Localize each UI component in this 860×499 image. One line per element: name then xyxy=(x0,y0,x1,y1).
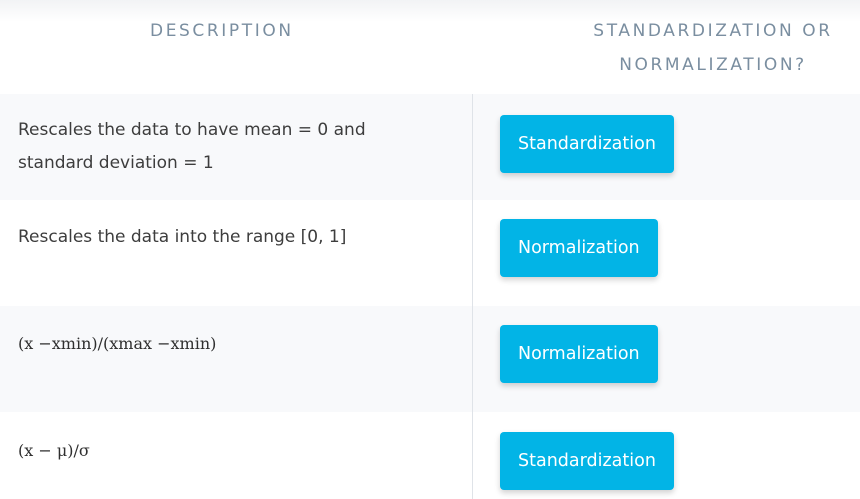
standardization-button[interactable]: Standardization xyxy=(500,432,674,490)
column-divider xyxy=(472,94,473,499)
column-header-description-label: DESCRIPTION xyxy=(150,21,294,41)
table-row xyxy=(0,306,860,412)
row-1-description: Rescales the data to have mean = 0 and s… xyxy=(18,120,366,173)
column-header-method: STANDARDIZATION OR NORMALIZATION? xyxy=(576,14,850,82)
column-header-method-line1: STANDARDIZATION OR xyxy=(593,21,833,41)
column-header-description: DESCRIPTION xyxy=(150,14,294,48)
row-2-description: Rescales the data into the range [0, 1] xyxy=(18,227,347,247)
standardization-button[interactable]: Standardization xyxy=(500,115,674,173)
row-3-formula: (x −xmin)/(xmax −xmin) xyxy=(18,334,217,353)
table-header: DESCRIPTION STANDARDIZATION OR NORMALIZA… xyxy=(0,0,860,94)
row-4-formula: (x − μ)/σ xyxy=(18,441,90,460)
column-header-method-line2: NORMALIZATION? xyxy=(619,55,807,75)
normalization-button[interactable]: Normalization xyxy=(500,219,658,277)
table-row xyxy=(0,412,860,499)
comparison-table: DESCRIPTION STANDARDIZATION OR NORMALIZA… xyxy=(0,0,860,499)
normalization-button[interactable]: Normalization xyxy=(500,325,658,383)
